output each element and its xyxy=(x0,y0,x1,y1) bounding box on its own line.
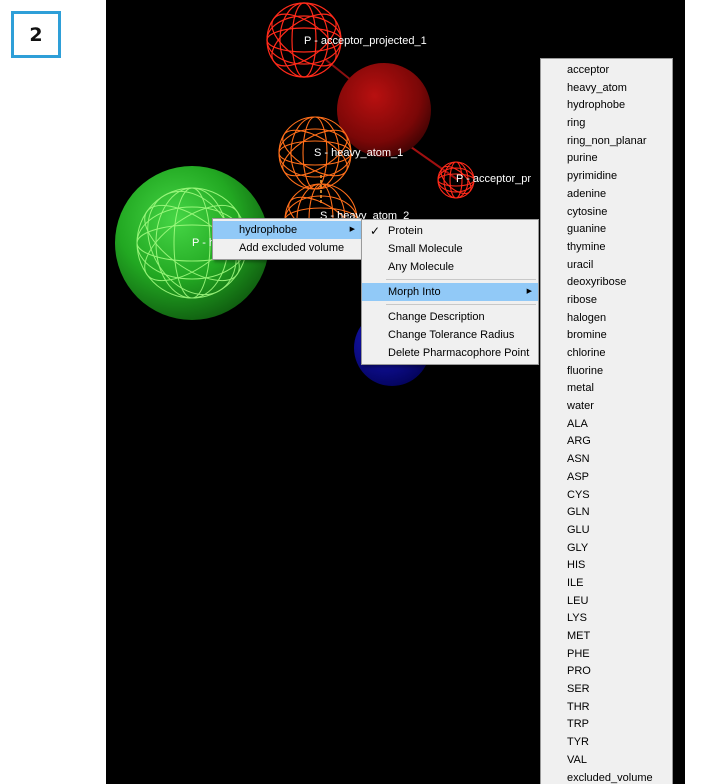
morph-option-val[interactable]: VAL xyxy=(541,752,672,770)
morph-option-tyr[interactable]: TYR xyxy=(541,734,672,752)
submenu-item-small-molecule[interactable]: Small Molecule xyxy=(362,240,538,258)
morph-option-deoxyribose[interactable]: deoxyribose xyxy=(541,274,672,292)
submenu-item-protein-label: Protein xyxy=(388,225,423,237)
morph-option-fluorine[interactable]: fluorine xyxy=(541,363,672,381)
submenu-item-change-tolerance-radius-label: Change Tolerance Radius xyxy=(388,329,515,341)
morph-option-ala[interactable]: ALA xyxy=(541,416,672,434)
morph-option-cys[interactable]: CYS xyxy=(541,487,672,505)
chevron-right-icon: ▶ xyxy=(526,288,532,295)
point-context-menu: hydrophobe ▶ Add excluded volume xyxy=(212,218,362,260)
submenu-item-any-molecule[interactable]: Any Molecule xyxy=(362,258,538,276)
submenu-item-change-description-label: Change Description xyxy=(388,311,485,323)
morph-option-ser[interactable]: SER xyxy=(541,681,672,699)
menu-item-add-excluded-volume-label: Add excluded volume xyxy=(239,242,345,254)
morph-option-guanine[interactable]: guanine xyxy=(541,221,672,239)
label-acceptor-projected-1: P - acceptor_projected_1 xyxy=(304,35,427,47)
menu-item-hydrophobe-label: hydrophobe xyxy=(239,224,298,236)
morph-option-leu[interactable]: LEU xyxy=(541,593,672,611)
morph-option-hydrophobe[interactable]: hydrophobe xyxy=(541,97,672,115)
morph-option-uracil[interactable]: uracil xyxy=(541,257,672,275)
hydrophobe-submenu: ✓ Protein Small Molecule Any Molecule Mo… xyxy=(361,219,539,365)
morph-option-gln[interactable]: GLN xyxy=(541,504,672,522)
morph-option-excluded-volume[interactable]: excluded_volume xyxy=(541,770,672,784)
chevron-right-icon: ▶ xyxy=(349,226,355,233)
morph-option-purine[interactable]: purine xyxy=(541,150,672,168)
morph-option-asn[interactable]: ASN xyxy=(541,451,672,469)
morph-option-thr[interactable]: THR xyxy=(541,699,672,717)
submenu-item-delete-pharmacophore-point[interactable]: Delete Pharmacophore Point xyxy=(362,344,538,362)
label-heavy-atom-1: S - heavy_atom_1 xyxy=(314,147,403,159)
morph-option-arg[interactable]: ARG xyxy=(541,433,672,451)
morph-option-phe[interactable]: PHE xyxy=(541,646,672,664)
morph-option-adenine[interactable]: adenine xyxy=(541,186,672,204)
acceptor-solid-sphere[interactable] xyxy=(337,63,431,157)
menu-item-hydrophobe[interactable]: hydrophobe ▶ xyxy=(213,221,361,239)
checkmark-icon: ✓ xyxy=(370,224,381,238)
morph-option-glu[interactable]: GLU xyxy=(541,522,672,540)
submenu-item-change-tolerance-radius[interactable]: Change Tolerance Radius xyxy=(362,326,538,344)
morph-option-chlorine[interactable]: chlorine xyxy=(541,345,672,363)
morph-into-submenu: acceptor heavy_atom hydrophobe ring ring_non… xyxy=(540,58,673,784)
morph-option-thymine[interactable]: thymine xyxy=(541,239,672,257)
submenu-item-any-molecule-label: Any Molecule xyxy=(388,261,455,273)
morph-option-pyrimidine[interactable]: pyrimidine xyxy=(541,168,672,186)
morph-option-asp[interactable]: ASP xyxy=(541,469,672,487)
step-number-badge: 2 xyxy=(11,11,61,58)
morph-option-acceptor[interactable]: acceptor xyxy=(541,62,672,80)
morph-option-lys[interactable]: LYS xyxy=(541,610,672,628)
morph-option-pro[interactable]: PRO xyxy=(541,663,672,681)
morph-option-ring-non-planar[interactable]: ring_non_planar xyxy=(541,133,672,151)
morph-option-gly[interactable]: GLY xyxy=(541,540,672,558)
morph-option-halogen[interactable]: halogen xyxy=(541,310,672,328)
label-acceptor-projected-2: P - acceptor_pr xyxy=(456,173,531,185)
morph-option-heavy-atom[interactable]: heavy_atom xyxy=(541,80,672,98)
submenu-item-change-description[interactable]: Change Description xyxy=(362,308,538,326)
submenu-item-morph-into[interactable]: Morph Into ▶ xyxy=(362,283,538,301)
submenu-item-delete-pharmacophore-point-label: Delete Pharmacophore Point xyxy=(388,347,530,359)
morph-option-trp[interactable]: TRP xyxy=(541,716,672,734)
morph-option-metal[interactable]: metal xyxy=(541,380,672,398)
morph-option-met[interactable]: MET xyxy=(541,628,672,646)
submenu-item-morph-into-label: Morph Into xyxy=(388,286,441,298)
morph-option-his[interactable]: HIS xyxy=(541,557,672,575)
submenu-item-small-molecule-label: Small Molecule xyxy=(388,243,463,255)
morph-option-cytosine[interactable]: cytosine xyxy=(541,204,672,222)
morph-option-water[interactable]: water xyxy=(541,398,672,416)
morph-option-ile[interactable]: ILE xyxy=(541,575,672,593)
3d-viewer[interactable]: P - acceptor_projected_1 S - heavy_atom_… xyxy=(106,0,685,784)
morph-option-ring[interactable]: ring xyxy=(541,115,672,133)
menu-item-add-excluded-volume[interactable]: Add excluded volume xyxy=(213,239,361,257)
submenu-item-protein[interactable]: ✓ Protein xyxy=(362,222,538,240)
morph-option-bromine[interactable]: bromine xyxy=(541,327,672,345)
morph-option-ribose[interactable]: ribose xyxy=(541,292,672,310)
menu-separator xyxy=(386,304,536,305)
menu-separator xyxy=(386,279,536,280)
